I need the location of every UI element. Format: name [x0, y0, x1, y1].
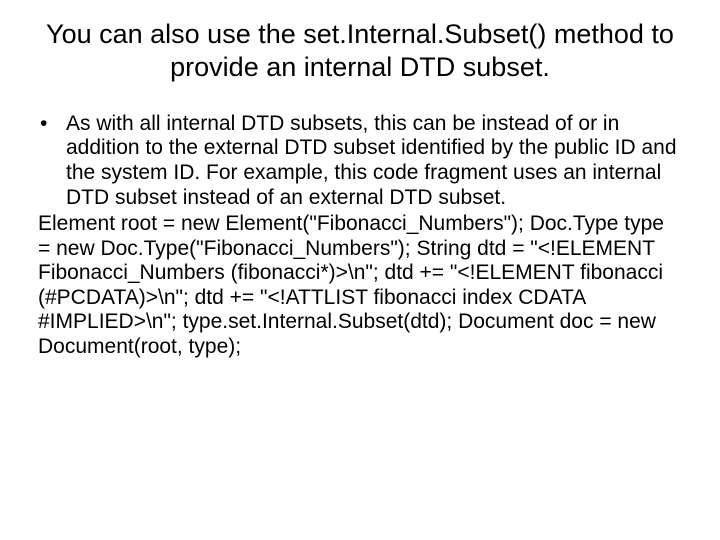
slide-title: You can also use the set.Internal.Subset… [38, 18, 682, 84]
code-text: Element root = new Element("Fibonacci_Nu… [38, 212, 682, 359]
code-block: Element root = new Element("Fibonacci_Nu… [38, 212, 682, 359]
slide-body: • As with all internal DTD subsets, this… [38, 112, 682, 360]
bullet-item: • As with all internal DTD subsets, this… [38, 112, 682, 210]
slide: You can also use the set.Internal.Subset… [0, 0, 720, 540]
bullet-text: As with all internal DTD subsets, this c… [66, 112, 682, 210]
bullet-marker: • [38, 112, 66, 137]
